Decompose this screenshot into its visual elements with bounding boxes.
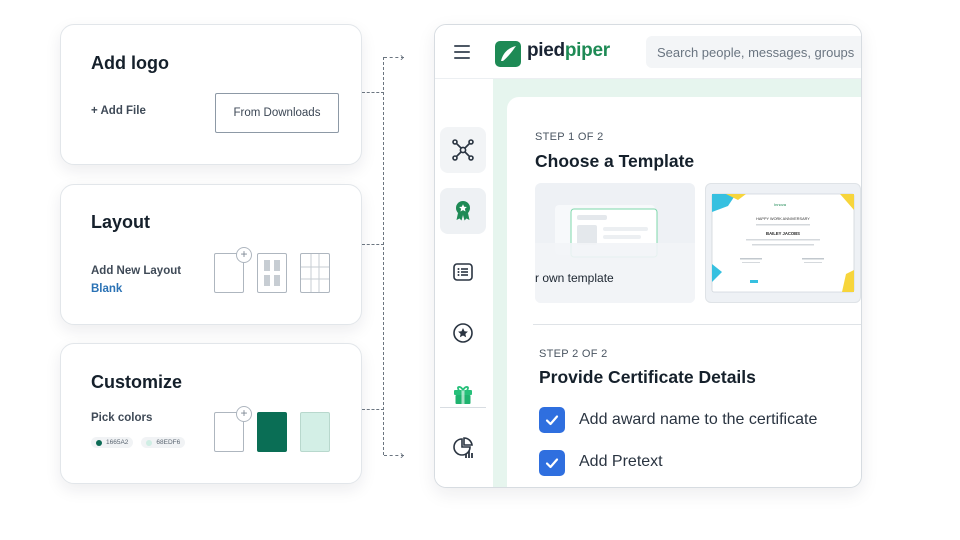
add-logo-card: Add logo + Add File From Downloads <box>60 24 362 165</box>
secondary-color-swatch[interactable] <box>300 412 330 452</box>
add-color-plus-icon[interactable]: + <box>236 406 252 422</box>
grid-lines-icon <box>301 254 329 292</box>
color-chips: 1665A2 68EDF6 <box>91 437 186 448</box>
color-chip-secondary[interactable]: 68EDF6 <box>141 437 186 448</box>
step1-title: Choose a Template <box>535 151 695 171</box>
analytics-icon <box>453 437 473 458</box>
layout-two-column-tile[interactable] <box>257 253 287 293</box>
steps-divider <box>533 324 861 325</box>
customize-card: Customize Pick colors 1665A2 68EDF6 + <box>60 343 362 484</box>
gift-icon <box>454 386 472 404</box>
sidebar-item-network[interactable] <box>440 127 486 173</box>
connector-spine <box>383 57 384 455</box>
connector-logo <box>362 92 384 93</box>
from-downloads-button[interactable]: From Downloads <box>215 93 339 133</box>
own-template-label: r own template <box>535 271 614 285</box>
sidebar-item-analytics[interactable] <box>440 425 486 471</box>
certificate-template-card[interactable]: Innova HAPPY WORK ANNIVERSARY BAILEY JAC… <box>705 183 861 303</box>
step2-label: STEP 2 OF 2 <box>539 348 608 360</box>
pretext-checkbox[interactable] <box>539 450 565 476</box>
sidebar <box>435 79 493 487</box>
layout-grid-tile[interactable] <box>300 253 330 293</box>
blank-layout-link[interactable]: Blank <box>91 283 122 295</box>
search-input[interactable] <box>646 36 861 68</box>
add-file-link[interactable]: + Add File <box>91 105 146 117</box>
upload-template-illustration <box>535 205 695 303</box>
add-new-layout-label: Add New Layout <box>91 265 182 277</box>
layout-card: Layout Add New Layout Blank + <box>60 184 362 325</box>
step1-label: STEP 1 OF 2 <box>535 131 604 143</box>
sidebar-item-favorites[interactable] <box>440 310 486 356</box>
own-template-card[interactable] <box>535 183 695 303</box>
award-name-label: Add award name to the certificate <box>579 411 818 428</box>
list-icon <box>453 263 473 281</box>
pretext-label: Add Pretext <box>579 453 663 470</box>
sidebar-divider <box>440 407 486 408</box>
award-name-checkbox[interactable] <box>539 407 565 433</box>
add-logo-title: Add logo <box>91 53 169 73</box>
sidebar-item-list[interactable] <box>440 249 486 295</box>
customize-title: Customize <box>91 372 183 392</box>
checkmark-icon <box>545 415 559 426</box>
hamburger-menu-icon[interactable] <box>454 45 470 59</box>
top-bar: piedpiper <box>435 25 861 79</box>
stage: Add logo + Add File From Downloads Layou… <box>0 0 960 540</box>
piedpiper-logo-icon <box>495 41 521 67</box>
brand-name[interactable]: piedpiper <box>527 40 610 62</box>
color-chip-label: 1665A2 <box>106 439 129 446</box>
award-badge-icon <box>456 201 470 221</box>
connector-layout <box>362 244 384 245</box>
network-icon <box>452 139 474 161</box>
color-chip-primary[interactable]: 1665A2 <box>91 437 134 448</box>
cert-name: BAILEY JACOBS <box>766 231 800 236</box>
sidebar-item-awards[interactable] <box>440 188 486 234</box>
color-dot <box>146 439 153 446</box>
cert-brand: Innova <box>774 202 787 207</box>
anniversary-certificate-preview: Innova HAPPY WORK ANNIVERSARY BAILEY JAC… <box>711 193 855 293</box>
app-window: piedpiper Search people, messages, group… <box>434 24 862 488</box>
checkmark-icon <box>545 458 559 469</box>
arrow-right-icon: › <box>400 448 404 462</box>
step2-title: Provide Certificate Details <box>539 367 756 387</box>
color-dot <box>96 439 102 446</box>
pick-colors-label: Pick colors <box>91 412 153 424</box>
sidebar-item-rewards[interactable] <box>440 371 486 417</box>
add-layout-plus-icon[interactable]: + <box>236 247 252 263</box>
arrow-right-icon: › <box>400 50 404 64</box>
cert-heading: HAPPY WORK ANNIVERSARY <box>756 217 810 221</box>
color-chip-label: 68EDF6 <box>156 439 181 446</box>
layout-title: Layout <box>91 212 151 232</box>
star-circle-icon <box>453 323 473 343</box>
two-column-grid-icon <box>264 260 280 286</box>
connector-customize <box>362 409 384 410</box>
primary-color-swatch[interactable] <box>257 412 287 452</box>
